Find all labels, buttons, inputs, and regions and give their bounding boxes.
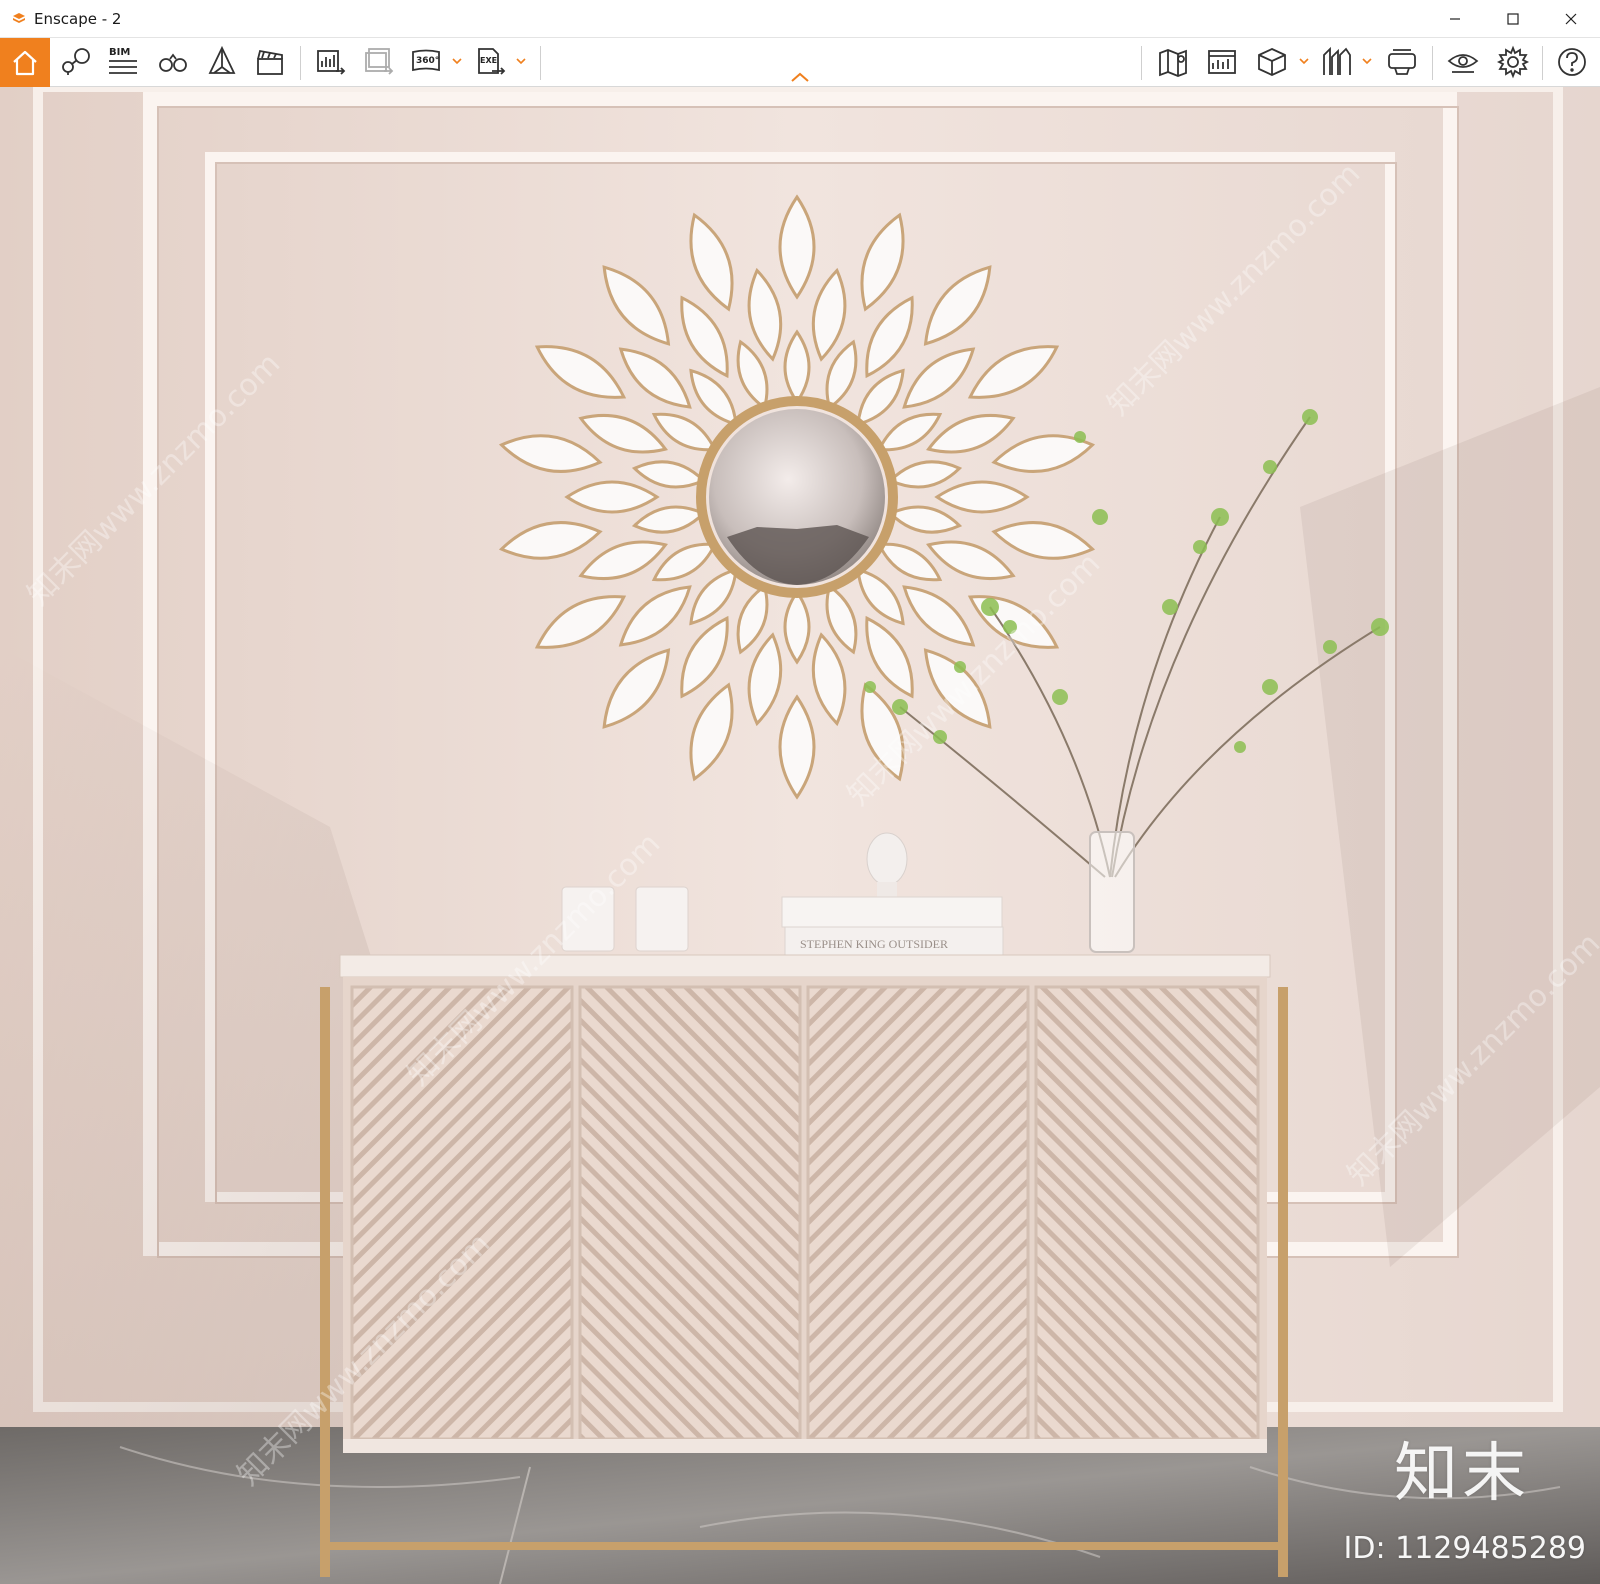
book-spine-text: STEPHEN KING OUTSIDER [800,937,948,951]
window-title: Enscape - 2 [34,9,122,28]
svg-text:BIM: BIM [109,47,130,58]
chevron-down-icon[interactable] [516,56,526,66]
help-button[interactable] [1553,43,1591,81]
toolbar-separator [1542,46,1543,80]
maximize-icon [1507,12,1519,25]
svg-text:360°: 360° [416,56,439,66]
vr-headset-button[interactable] [1383,43,1421,81]
toolbar-separator [540,46,541,80]
help-icon [1558,48,1586,76]
views-button[interactable] [1318,43,1356,81]
visual-settings-button[interactable] [1444,43,1482,81]
chevron-down-icon[interactable] [452,56,462,66]
asset-library-button[interactable] [1203,43,1241,81]
watermark-id: ID: 1129485289 [1343,1531,1586,1566]
visual-settings-eye-icon [1447,54,1479,73]
enscape-logo-icon [13,12,25,23]
toolbar-separator [1432,46,1433,80]
close-button[interactable] [1542,0,1600,37]
collapse-toolbar-chevron-up-icon[interactable] [788,70,812,84]
batch-render-button[interactable] [360,43,398,81]
candle-right [635,886,689,952]
render-scene: STEPHEN KING OUTSIDER 知末网www.znzmo.com 知… [0,87,1600,1584]
minimize-button[interactable] [1426,0,1484,37]
bim-button[interactable]: BIM [104,43,142,81]
gear-icon [1496,45,1530,79]
watermark-logo: 知末 [1394,1437,1530,1511]
home-button[interactable] [0,38,50,87]
render-image-button[interactable] [312,43,350,81]
close-icon [1565,13,1577,24]
view-mode-button[interactable] [1253,43,1291,81]
vr-headset-icon [1388,49,1416,75]
video-editor-button[interactable] [251,43,289,81]
home-icon [13,50,37,75]
cube-icon [1258,48,1286,76]
map-button[interactable] [1154,43,1192,81]
toolbar-separator [1141,46,1142,80]
exe-export-icon: EXE [478,48,506,75]
pin-path-icon [62,48,90,75]
render-viewport[interactable]: STEPHEN KING OUTSIDER 知末网www.znzmo.com 知… [0,87,1600,1584]
maximize-button[interactable] [1484,0,1542,37]
svg-text:EXE: EXE [480,56,497,65]
bim-icon: BIM [109,47,137,74]
batch-render-icon [365,48,394,75]
binoculars-icon [159,53,187,72]
settings-button[interactable] [1494,43,1532,81]
exe-export-button[interactable]: EXE [472,43,510,81]
title-bar: Enscape - 2 [0,0,1600,37]
main-toolbar: BIM 360° EXE [0,37,1600,87]
views-icon [1323,46,1351,75]
map-icon [1159,49,1187,77]
asset-library-icon [1208,50,1236,74]
panorama-button[interactable]: 360° [408,43,446,81]
perspective-button[interactable] [203,43,241,81]
walk-path-button[interactable] [56,43,94,81]
minimize-icon [1450,17,1460,20]
chevron-down-icon[interactable] [1362,56,1372,66]
perspective-icon [208,45,236,74]
glass-vase [1089,831,1135,953]
book-top [781,896,1003,928]
render-export-icon [317,50,346,75]
chevron-down-icon[interactable] [1299,56,1309,66]
panorama-360-icon: 360° [412,49,440,72]
toolbar-separator [300,46,301,80]
binoculars-button[interactable] [154,43,192,81]
clapper-icon [257,49,283,75]
